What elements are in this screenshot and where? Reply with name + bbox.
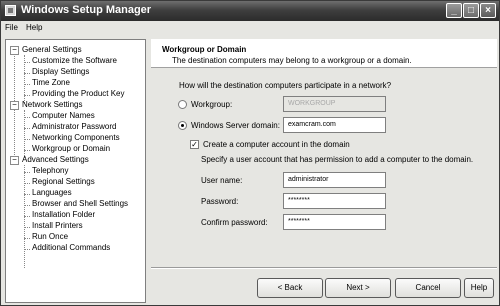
tree-item-languages[interactable]: Languages xyxy=(32,188,72,197)
footer-divider xyxy=(151,267,497,269)
help-button[interactable]: Help xyxy=(464,278,494,298)
network-question: How will the destination computers parti… xyxy=(179,81,392,90)
page-description: The destination computers may belong to … xyxy=(172,56,412,65)
confirm-password-label: Confirm password: xyxy=(201,218,268,227)
tree-item-run-once[interactable]: Run Once xyxy=(32,232,68,241)
tree-item-installation-folder[interactable]: Installation Folder xyxy=(32,210,95,219)
cancel-button[interactable]: Cancel xyxy=(395,278,461,298)
title-bar: Windows Setup Manager _ □ × xyxy=(1,1,499,21)
workgroup-radio[interactable] xyxy=(178,100,187,109)
workgroup-label: Workgroup: xyxy=(191,100,233,109)
tree-connector xyxy=(24,238,30,239)
tree-item-workgroup-or-domain[interactable]: Workgroup or Domain xyxy=(32,144,110,153)
workgroup-input[interactable]: WORKGROUP xyxy=(283,96,386,112)
app-icon xyxy=(5,5,16,16)
tree-item-regional-settings[interactable]: Regional Settings xyxy=(32,177,95,186)
back-button[interactable]: < Back xyxy=(257,278,323,298)
setup-manager-window: Windows Setup Manager _ □ × File Help − … xyxy=(0,0,500,306)
window-title: Windows Setup Manager xyxy=(21,4,152,16)
tree-connector xyxy=(24,139,30,140)
tree-item-install-printers[interactable]: Install Printers xyxy=(32,221,83,230)
settings-tree: − General Settings Customize the Softwar… xyxy=(5,39,146,303)
tree-item-customize-software[interactable]: Customize the Software xyxy=(32,56,117,65)
tree-connector xyxy=(24,194,30,195)
tree-connector xyxy=(24,249,30,250)
tree-connector xyxy=(24,117,30,118)
minimize-button[interactable]: _ xyxy=(446,3,462,18)
tree-item-telephony[interactable]: Telephony xyxy=(32,166,68,175)
password-label: Password: xyxy=(201,197,239,206)
collapse-toggle-advanced[interactable]: − xyxy=(10,156,19,165)
tree-connector xyxy=(24,150,30,151)
tree-connector xyxy=(24,95,30,96)
tree-connector xyxy=(24,128,30,129)
tree-connector xyxy=(24,205,30,206)
close-button[interactable]: × xyxy=(480,3,496,18)
tree-item-product-key[interactable]: Providing the Product Key xyxy=(32,89,125,98)
tree-connector xyxy=(24,216,30,217)
tree-item-computer-names[interactable]: Computer Names xyxy=(32,111,95,120)
tree-connector xyxy=(24,227,30,228)
next-button[interactable]: Next > xyxy=(325,278,391,298)
username-input[interactable]: administrator xyxy=(283,172,386,188)
collapse-toggle-network[interactable]: − xyxy=(10,101,19,110)
tree-connector xyxy=(24,62,30,63)
collapse-toggle-general[interactable]: − xyxy=(10,46,19,55)
tree-connector xyxy=(24,73,30,74)
main-content: Workgroup or Domain The destination comp… xyxy=(151,39,497,303)
tree-connector xyxy=(24,172,30,173)
confirm-password-input[interactable]: ******** xyxy=(283,214,386,230)
specify-account-text: Specify a user account that has permissi… xyxy=(201,155,474,164)
menu-help[interactable]: Help xyxy=(26,23,42,32)
domain-input[interactable]: examcram.com xyxy=(283,117,386,133)
menu-file[interactable]: File xyxy=(5,23,18,32)
page-title: Workgroup or Domain xyxy=(162,45,247,54)
username-label: User name: xyxy=(201,176,243,185)
page-header: Workgroup or Domain The destination comp… xyxy=(151,39,497,68)
domain-label: Windows Server domain: xyxy=(191,121,280,130)
tree-item-additional-commands[interactable]: Additional Commands xyxy=(32,243,110,252)
maximize-button[interactable]: □ xyxy=(463,3,479,18)
create-account-label: Create a computer account in the domain xyxy=(203,140,350,149)
create-account-checkbox[interactable]: ✓ xyxy=(190,140,199,149)
menu-bar: File Help xyxy=(1,21,499,35)
tree-group-advanced-settings[interactable]: Advanced Settings xyxy=(22,155,89,164)
tree-item-administrator-password[interactable]: Administrator Password xyxy=(32,122,116,131)
tree-item-networking-components[interactable]: Networking Components xyxy=(32,133,120,142)
tree-connector xyxy=(24,84,30,85)
tree-group-general-settings[interactable]: General Settings xyxy=(22,45,82,54)
domain-radio[interactable] xyxy=(178,121,187,130)
tree-group-network-settings[interactable]: Network Settings xyxy=(22,100,82,109)
tree-item-browser-shell-settings[interactable]: Browser and Shell Settings xyxy=(32,199,128,208)
tree-connector xyxy=(24,183,30,184)
tree-item-time-zone[interactable]: Time Zone xyxy=(32,78,70,87)
password-input[interactable]: ******** xyxy=(283,193,386,209)
tree-item-display-settings[interactable]: Display Settings xyxy=(32,67,89,76)
